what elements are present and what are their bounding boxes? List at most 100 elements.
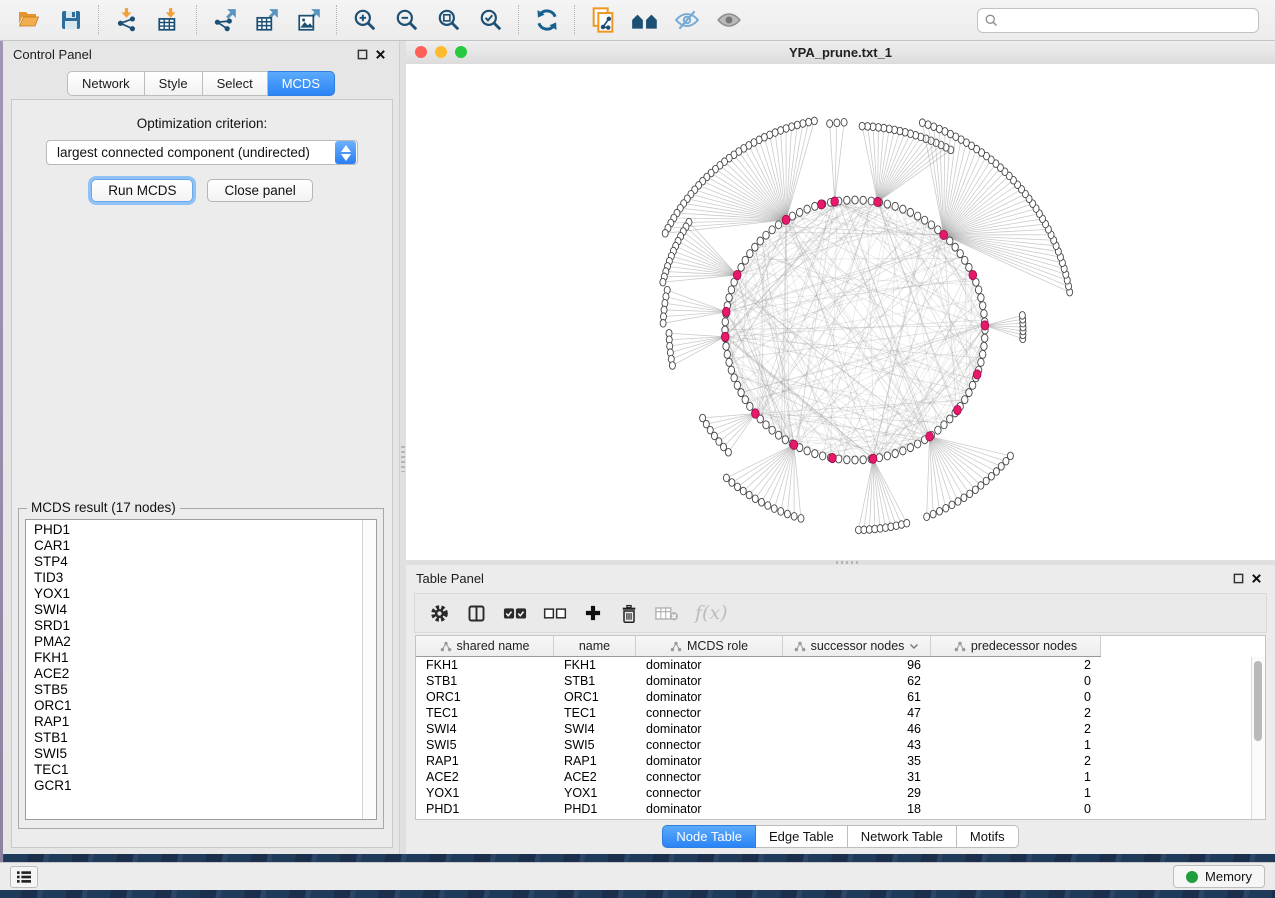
import-table-icon <box>156 7 182 33</box>
delete-columns-button[interactable] <box>619 600 639 626</box>
mcds-result-item[interactable]: PHD1 <box>26 522 362 538</box>
first-neighbors-button[interactable] <box>624 3 666 37</box>
show-all-button[interactable] <box>708 3 750 37</box>
export-image-button[interactable] <box>288 3 330 37</box>
mcds-result-item[interactable]: SWI5 <box>26 746 362 762</box>
mcds-result-item[interactable]: SRD1 <box>26 618 362 634</box>
close-panel-action-button[interactable]: Close panel <box>207 179 312 202</box>
toolbar-separator <box>98 5 100 35</box>
zoom-fit-button[interactable] <box>428 3 470 37</box>
mcds-result-item[interactable]: SWI4 <box>26 602 362 618</box>
task-history-button[interactable] <box>10 866 38 888</box>
table-row[interactable]: SWI5 SWI5 connector 43 1 <box>416 737 1265 753</box>
open-button[interactable] <box>8 3 50 37</box>
delete-table-button[interactable] <box>655 600 679 626</box>
table-scrollbar[interactable] <box>1251 657 1265 819</box>
column-header-successor-nodes[interactable]: successor nodes <box>783 636 931 656</box>
column-header-shared-name[interactable]: shared name <box>416 636 554 656</box>
column-header-mcds-role[interactable]: MCDS role <box>636 636 783 656</box>
close-panel-button[interactable] <box>371 45 389 63</box>
zoom-in-button[interactable] <box>344 3 386 37</box>
network-window-title: YPA_prune.txt_1 <box>789 45 892 60</box>
memory-button[interactable]: Memory <box>1173 865 1265 888</box>
close-table-panel-button[interactable] <box>1247 569 1265 587</box>
tab-network[interactable]: Network <box>67 71 145 96</box>
mcds-result-item[interactable]: PMA2 <box>26 634 362 650</box>
hide-selected-button[interactable] <box>666 3 708 37</box>
add-column-button[interactable] <box>583 600 603 626</box>
refresh-icon <box>534 7 560 33</box>
table-row[interactable]: STB1 STB1 dominator 62 0 <box>416 673 1265 689</box>
window-maximize-button[interactable] <box>455 46 467 58</box>
zoom-out-button[interactable] <box>386 3 428 37</box>
deselect-all-columns-button[interactable] <box>543 600 567 626</box>
table-row[interactable]: YOX1 YOX1 connector 29 1 <box>416 785 1265 801</box>
network-canvas[interactable] <box>406 64 1275 560</box>
mcds-result-item[interactable]: YOX1 <box>26 586 362 602</box>
show-eye-icon <box>715 7 743 33</box>
mcds-result-item[interactable]: STP4 <box>26 554 362 570</box>
tab-select[interactable]: Select <box>203 71 268 96</box>
tab-mcds[interactable]: MCDS <box>268 71 335 96</box>
column-settings-button[interactable] <box>429 600 450 626</box>
mcds-result-item[interactable]: STB1 <box>26 730 362 746</box>
float-table-panel-button[interactable] <box>1229 569 1247 587</box>
tab-node-table[interactable]: Node Table <box>662 825 756 848</box>
search-icon <box>984 13 999 28</box>
mcds-tab-content: Optimization criterion: largest connecte… <box>11 99 393 848</box>
scrollbar-thumb[interactable] <box>1254 661 1262 741</box>
zoom-selected-button[interactable] <box>470 3 512 37</box>
import-table-button[interactable] <box>148 3 190 37</box>
tab-edge-table[interactable]: Edge Table <box>756 825 848 848</box>
function-builder-button[interactable]: f(x) <box>695 600 728 626</box>
network-window-titlebar[interactable]: YPA_prune.txt_1 <box>406 41 1275 65</box>
column-header-name[interactable]: name <box>554 636 636 656</box>
refresh-view-button[interactable] <box>526 3 568 37</box>
search-box[interactable] <box>977 8 1259 33</box>
mcds-result-item[interactable]: RAP1 <box>26 714 362 730</box>
mcds-result-item[interactable]: GCR1 <box>26 778 362 794</box>
table-row[interactable]: TEC1 TEC1 connector 47 2 <box>416 705 1265 721</box>
run-mcds-button[interactable]: Run MCDS <box>91 179 193 202</box>
mcds-result-item[interactable]: FKH1 <box>26 650 362 666</box>
cell-successor-nodes: 47 <box>783 706 931 720</box>
save-icon <box>59 8 83 32</box>
mcds-result-item[interactable]: ACE2 <box>26 666 362 682</box>
tab-network-table[interactable]: Network Table <box>848 825 957 848</box>
window-close-button[interactable] <box>415 46 427 58</box>
table-row[interactable]: PHD1 PHD1 dominator 18 0 <box>416 801 1265 817</box>
mcds-result-item[interactable]: ORC1 <box>26 698 362 714</box>
table-row[interactable]: ACE2 ACE2 connector 31 1 <box>416 769 1265 785</box>
cell-successor-nodes: 96 <box>783 658 931 672</box>
cell-shared-name: FKH1 <box>416 658 554 672</box>
column-header-predecessor-nodes[interactable]: predecessor nodes <box>931 636 1101 656</box>
mcds-result-item[interactable]: TEC1 <box>26 762 362 778</box>
memory-label: Memory <box>1205 869 1252 884</box>
save-button[interactable] <box>50 3 92 37</box>
table-row[interactable]: RAP1 RAP1 dominator 35 2 <box>416 753 1265 769</box>
mcds-list-scrollbar[interactable] <box>362 520 376 819</box>
search-input[interactable] <box>1004 12 1252 29</box>
new-network-from-selection-button[interactable] <box>582 3 624 37</box>
mcds-result-item[interactable]: TID3 <box>26 570 362 586</box>
cell-mcds-role: connector <box>636 786 783 800</box>
tab-style[interactable]: Style <box>145 71 203 96</box>
export-network-button[interactable] <box>204 3 246 37</box>
trash-icon <box>619 603 639 624</box>
split-table-button[interactable] <box>466 600 487 626</box>
select-all-columns-button[interactable] <box>503 600 527 626</box>
optimization-criterion-select[interactable]: largest connected component (undirected) <box>46 140 358 165</box>
import-network-button[interactable] <box>106 3 148 37</box>
mcds-result-item[interactable]: CAR1 <box>26 538 362 554</box>
export-table-button[interactable] <box>246 3 288 37</box>
table-row[interactable]: SWI4 SWI4 dominator 46 2 <box>416 721 1265 737</box>
window-minimize-button[interactable] <box>435 46 447 58</box>
cell-name: TEC1 <box>554 706 636 720</box>
float-panel-button[interactable] <box>353 45 371 63</box>
table-row[interactable]: ORC1 ORC1 dominator 61 0 <box>416 689 1265 705</box>
table-panel-title: Table Panel <box>416 571 1229 586</box>
mcds-result-item[interactable]: STB5 <box>26 682 362 698</box>
tab-motifs[interactable]: Motifs <box>957 825 1019 848</box>
control-panel: Control Panel Network Style Select MCDS … <box>3 41 400 854</box>
table-row[interactable]: FKH1 FKH1 dominator 96 2 <box>416 657 1265 673</box>
